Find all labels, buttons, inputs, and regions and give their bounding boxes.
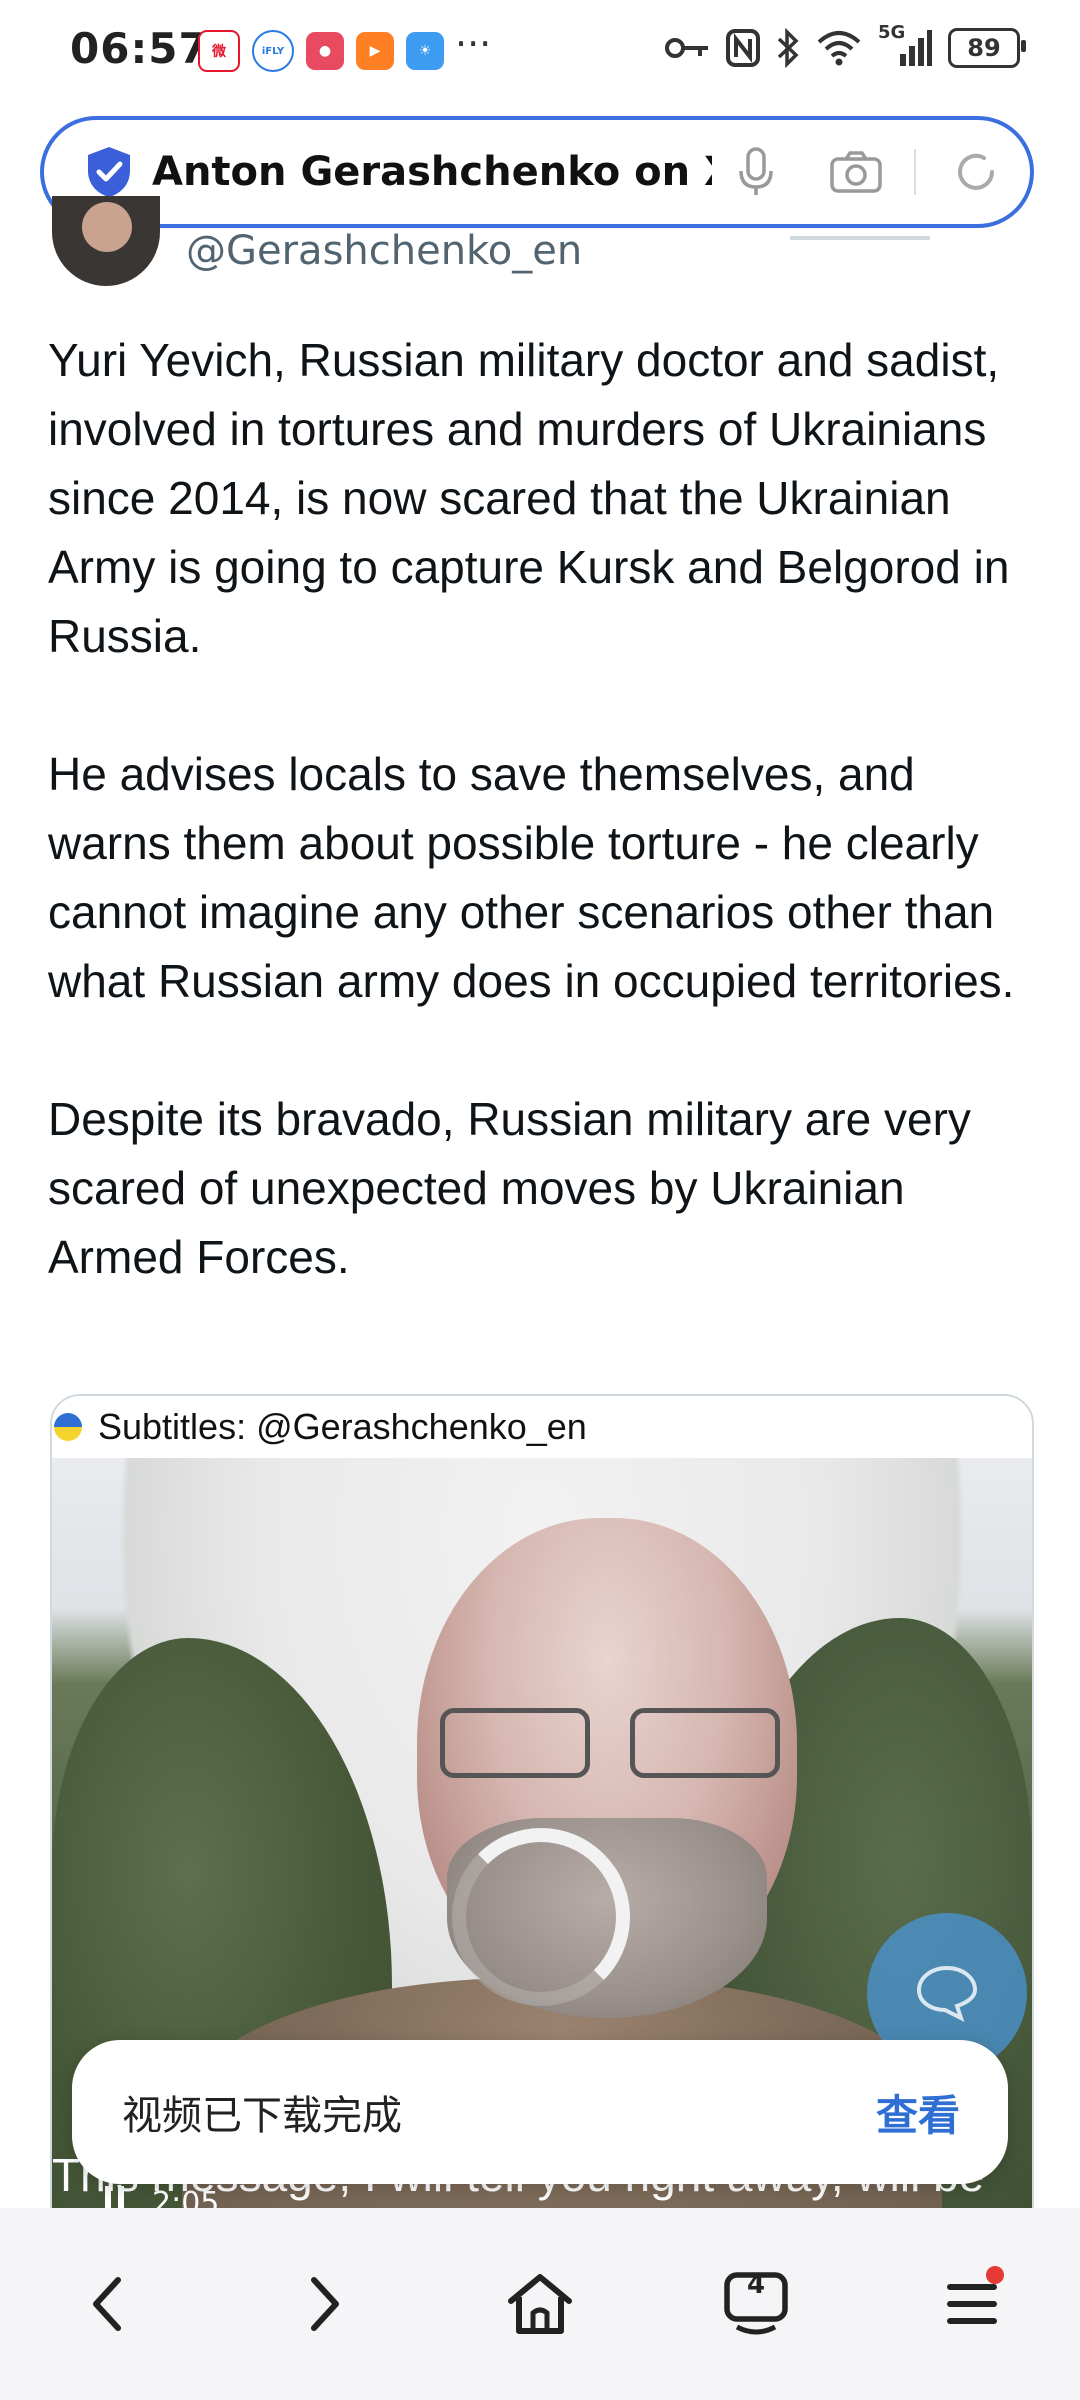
- avatar[interactable]: [52, 196, 160, 286]
- image-search-button[interactable]: [826, 142, 886, 202]
- wifi-icon: [817, 31, 861, 66]
- download-complete-toast: 视频已下载完成 查看: [72, 2040, 1008, 2184]
- bluetooth-icon: [777, 28, 799, 68]
- camera-icon: [830, 151, 882, 193]
- page-title[interactable]: Anton Gerashchenko on X:: [152, 149, 712, 195]
- red-app-icon: ●: [306, 32, 344, 70]
- address-bar[interactable]: Anton Gerashchenko on X:: [40, 116, 1034, 228]
- key-icon: [665, 38, 708, 58]
- status-indicators: 5G 89: [664, 22, 1026, 68]
- tweet-text: Yuri Yevich, Russian military doctor and…: [48, 326, 1038, 1361]
- home-icon: [508, 2274, 572, 2334]
- menu-icon: [947, 2284, 997, 2324]
- tweet-paragraph: Despite its bravado, Russian military ar…: [48, 1093, 971, 1283]
- reload-icon: [958, 153, 994, 190]
- weibo-icon: 微: [198, 30, 240, 72]
- pause-icon[interactable]: [102, 2184, 128, 2210]
- user-handle[interactable]: @Gerashchenko_en: [186, 228, 582, 274]
- microphone-icon: [739, 147, 773, 195]
- bottom-navigation: 4: [0, 2208, 1080, 2400]
- status-time: 06:57: [70, 24, 209, 73]
- follow-button-edge[interactable]: [790, 236, 930, 240]
- status-bar: 06:57 微 iFLY ● ▶ ☀ ··· 5G 89: [0, 0, 1080, 102]
- toast-message: 视频已下载完成: [122, 2093, 402, 2139]
- forward-button[interactable]: [264, 2244, 384, 2364]
- toast-view-button[interactable]: 查看: [876, 2082, 960, 2143]
- menu-button[interactable]: [912, 2244, 1032, 2364]
- video-app-icon: ▶: [356, 32, 394, 70]
- ukraine-flag-icon: [54, 1413, 82, 1441]
- tabs-button[interactable]: 4: [696, 2244, 816, 2364]
- reload-button[interactable]: [946, 142, 1006, 202]
- tweet-paragraph: He advises locals to save themselves, an…: [48, 748, 1015, 1007]
- video-subtitle-banner: Subtitles: @Gerashchenko_en: [52, 1396, 1032, 1458]
- back-button[interactable]: [48, 2244, 168, 2364]
- signal-icon: 5G: [878, 22, 932, 68]
- shield-icon: [88, 147, 130, 197]
- notification-dot: [986, 2266, 1004, 2284]
- status-app-icons: 微 iFLY ● ▶ ☀: [198, 30, 444, 72]
- voice-search-button[interactable]: [726, 142, 786, 202]
- ifly-icon: iFLY: [252, 30, 294, 72]
- tweet-paragraph: Yuri Yevich, Russian military doctor and…: [48, 334, 1010, 662]
- more-notifications-icon: ···: [455, 22, 492, 66]
- battery-indicator: 89: [948, 28, 1026, 68]
- chevron-left-icon: [93, 2277, 121, 2331]
- address-bar-divider: [914, 149, 916, 195]
- network-type: 5G: [878, 22, 906, 43]
- home-button[interactable]: [480, 2244, 600, 2364]
- weather-icon: ☀: [406, 32, 444, 70]
- chat-bubble-icon: [916, 1965, 978, 2022]
- subtitle-credit: Subtitles: @Gerashchenko_en: [98, 1406, 587, 1447]
- nfc-icon: [726, 29, 760, 67]
- tab-count: 4: [746, 2270, 766, 2300]
- loading-spinner-icon: [452, 1828, 630, 2006]
- chevron-right-icon: [311, 2277, 339, 2331]
